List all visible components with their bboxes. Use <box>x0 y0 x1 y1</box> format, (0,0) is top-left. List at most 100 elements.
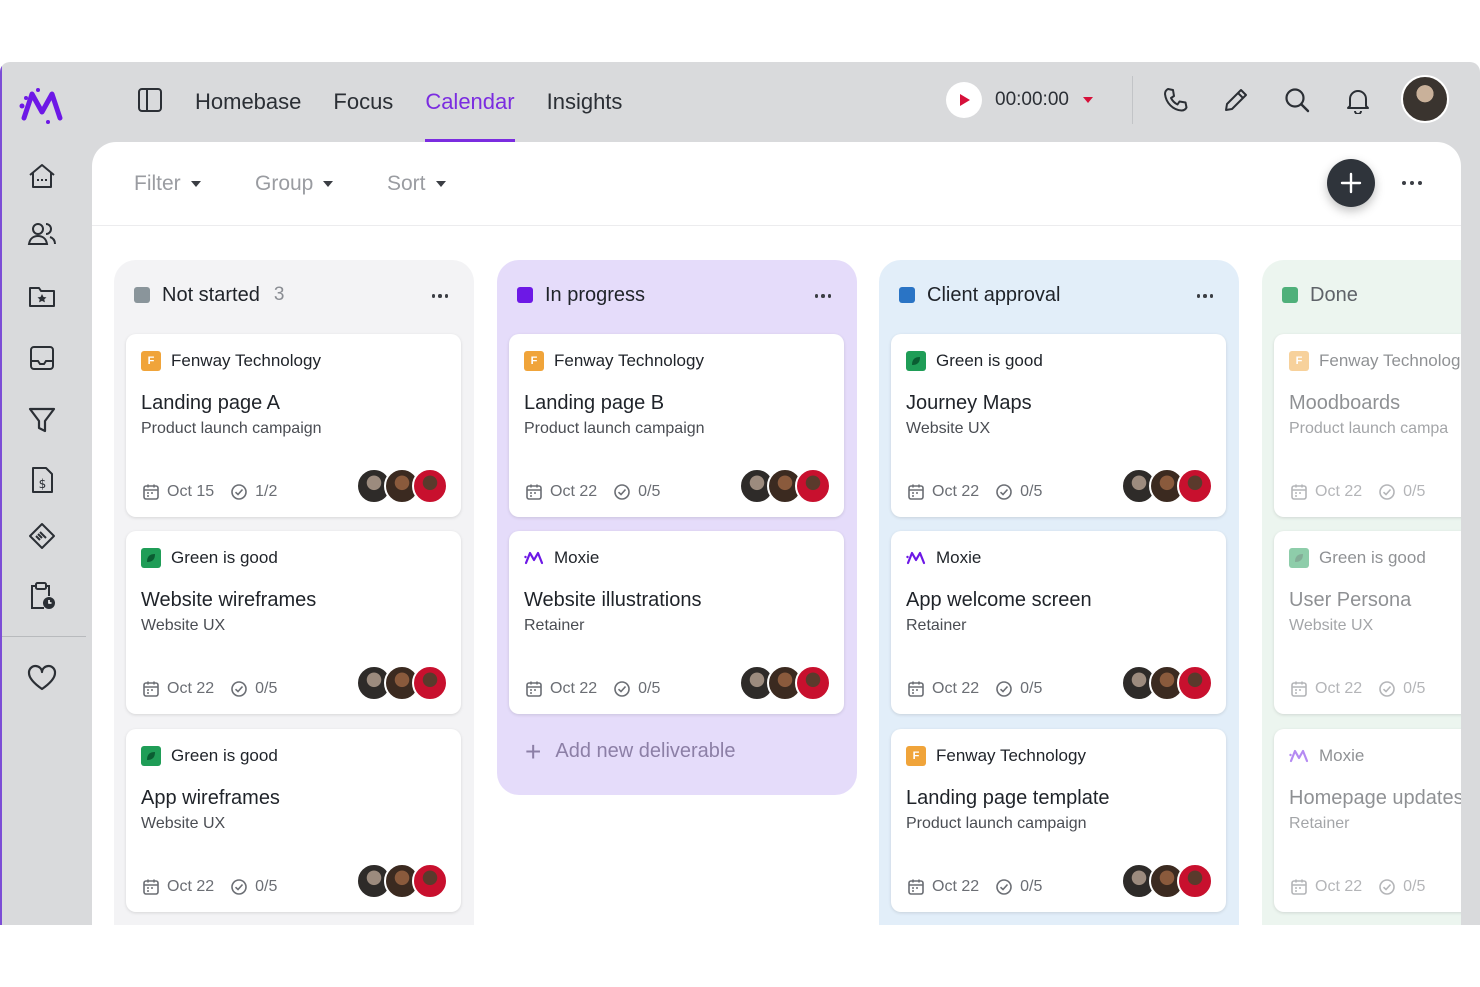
card-title: Landing page B <box>524 392 665 414</box>
chevron-down-icon <box>323 181 334 187</box>
nav-projects[interactable] <box>24 278 60 314</box>
card-meta: Oct 22 0/5 <box>1290 482 1425 502</box>
timer-dropdown-caret[interactable] <box>1082 97 1093 103</box>
card-client: F Fenway Technolog <box>1289 351 1460 371</box>
card-title: Landing page A <box>141 392 281 414</box>
check-circle-icon <box>614 484 630 500</box>
card-subtitle: Website UX <box>141 617 226 634</box>
card-client: Moxie <box>906 548 981 568</box>
card-title: App welcome screen <box>906 589 1092 611</box>
column-more-button[interactable] <box>811 286 835 306</box>
deliverable-card[interactable]: Green is good App wireframes Website UX Oct… <box>126 729 461 912</box>
card-subtitle: Product launch campaign <box>906 815 1087 832</box>
deliverable-card[interactable]: Moxie Website illustrations Retainer Oct 22… <box>509 531 844 714</box>
card-meta: Oct 22 0/5 <box>907 679 1042 699</box>
client-name: Moxie <box>554 548 600 567</box>
assignee-avatars[interactable] <box>739 665 831 701</box>
task-progress: 0/5 <box>1020 878 1043 895</box>
task-progress: 0/5 <box>1020 483 1043 500</box>
column-more-button[interactable] <box>1193 286 1217 306</box>
deliverable-card[interactable]: Green is good Website wireframes Website U… <box>126 531 461 714</box>
due-date: Oct 22 <box>550 680 598 697</box>
card-title: Journey Maps <box>906 392 1032 414</box>
calendar-icon <box>908 879 924 895</box>
phone-button[interactable] <box>1160 84 1192 116</box>
check-circle-icon <box>996 879 1012 895</box>
tab-homebase[interactable]: Homebase <box>195 62 301 142</box>
board-toolbar: Filter Group Sort <box>92 142 1461 226</box>
tab-calendar[interactable]: Calendar <box>425 62 515 142</box>
column-more-button[interactable] <box>428 286 452 306</box>
chevron-down-icon <box>435 181 446 187</box>
calendar-icon <box>526 681 542 697</box>
filter-label: Filter <box>134 172 181 195</box>
column-in-progress: In progress F Fenway Technology Landing pag… <box>497 260 857 795</box>
task-progress: 0/5 <box>1403 680 1426 697</box>
users-icon <box>27 223 56 245</box>
sort-dropdown[interactable]: Sort <box>387 172 446 196</box>
card-title: Homepage updates <box>1289 787 1461 809</box>
due-date: Oct 22 <box>932 483 980 500</box>
card-title: User Persona <box>1289 589 1412 611</box>
deliverable-card[interactable]: Moxie Homepage updates Retainer Oct 22 0/5 <box>1274 729 1461 912</box>
more-icon <box>1196 294 1201 298</box>
deliverable-card[interactable]: F Fenway Technolog Moodboards Product launc… <box>1274 334 1461 517</box>
assignee-avatars[interactable] <box>356 468 448 504</box>
check-circle-icon <box>231 681 247 697</box>
nav-timesheets[interactable] <box>24 578 60 614</box>
nav-favorites[interactable] <box>24 660 60 696</box>
deliverable-card[interactable]: F Fenway Technology Landing page template P… <box>891 729 1226 912</box>
more-icon <box>1402 181 1406 185</box>
tab-focus[interactable]: Focus <box>333 62 393 142</box>
assignee-avatars[interactable] <box>1121 863 1213 899</box>
nav-contacts[interactable] <box>24 216 60 252</box>
client-name: Green is good <box>1319 548 1426 567</box>
add-button[interactable] <box>1327 159 1375 207</box>
deliverable-card[interactable]: Green is good Journey Maps Website UX Oct 2… <box>891 334 1226 517</box>
timer-play-button[interactable] <box>946 82 982 118</box>
edit-button[interactable] <box>1220 84 1252 116</box>
board-more-button[interactable] <box>1397 166 1427 200</box>
column-header: Done <box>1282 282 1358 308</box>
nav-invoices[interactable]: $ <box>24 462 60 498</box>
sidebar-toggle-button[interactable] <box>136 86 164 114</box>
card-subtitle: Retainer <box>906 617 967 634</box>
inbox-icon <box>30 346 54 370</box>
search-button[interactable] <box>1281 84 1313 116</box>
deliverable-card[interactable]: Green is good User Persona Website UX Oct 2… <box>1274 531 1461 714</box>
filter-dropdown[interactable]: Filter <box>134 172 201 196</box>
nav-home[interactable] <box>24 158 60 194</box>
deliverable-card[interactable]: F Fenway Technology Landing page A Product … <box>126 334 461 517</box>
assignee-avatars[interactable] <box>739 468 831 504</box>
calendar-icon <box>143 879 159 895</box>
nav-agreements[interactable] <box>24 518 60 554</box>
assignee-avatars[interactable] <box>356 665 448 701</box>
avatar <box>412 665 448 701</box>
client-badge-fenway: F <box>906 746 926 766</box>
deliverable-card[interactable]: Moxie App welcome screen Retainer Oct 22 0/5 <box>891 531 1226 714</box>
moxie-logo-icon[interactable] <box>18 86 66 126</box>
leaf-icon <box>906 351 926 371</box>
card-subtitle: Product launch campaign <box>524 420 705 437</box>
card-client: Green is good <box>906 351 1043 371</box>
add-deliverable-button[interactable]: + Add new deliverable <box>525 737 735 765</box>
nav-inbox[interactable] <box>24 340 60 376</box>
column-title: In progress <box>545 283 646 306</box>
user-avatar[interactable] <box>1401 75 1449 123</box>
tab-insights[interactable]: Insights <box>547 62 623 142</box>
deliverable-card[interactable]: F Fenway Technology Landing page B Product … <box>509 334 844 517</box>
avatar <box>795 665 831 701</box>
check-circle-icon <box>231 484 247 500</box>
assignee-avatars[interactable] <box>356 863 448 899</box>
assignee-avatars[interactable] <box>1121 665 1213 701</box>
notifications-button[interactable] <box>1342 84 1374 116</box>
rail-divider <box>2 636 86 637</box>
card-client: Moxie <box>1289 746 1364 766</box>
group-dropdown[interactable]: Group <box>255 172 334 196</box>
leaf-icon <box>1289 548 1309 568</box>
nav-pipeline[interactable] <box>24 402 60 438</box>
assignee-avatars[interactable] <box>1121 468 1213 504</box>
column-title: Client approval <box>927 283 1061 306</box>
moxie-logo-icon <box>524 548 544 568</box>
avatar <box>412 468 448 504</box>
